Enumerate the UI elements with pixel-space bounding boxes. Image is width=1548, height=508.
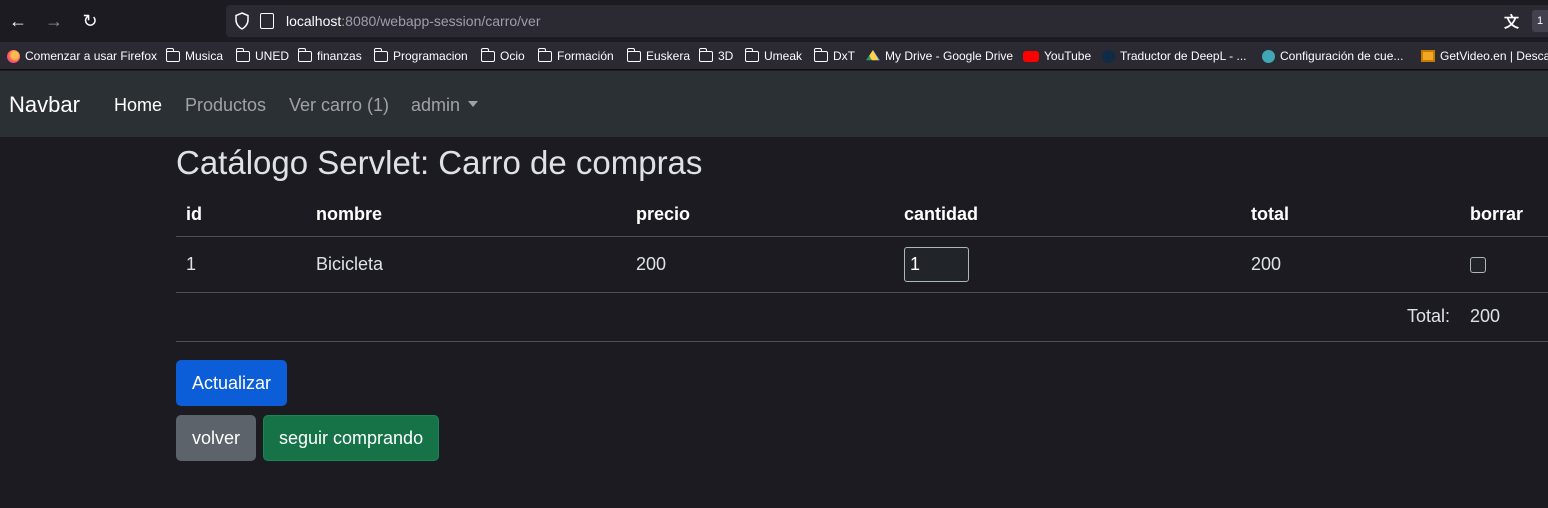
back-button[interactable]: volver [176,415,257,461]
bookmark-item[interactable]: finanzas [297,47,362,65]
extension-badge[interactable]: 1 [1532,10,1548,32]
deepl-icon [1102,49,1115,63]
nav-link-productos[interactable]: Productos [185,93,266,117]
bookmark-item[interactable]: Programacion [373,47,468,65]
col-header-cantidad: cantidad [894,193,1241,237]
back-arrow-icon[interactable]: ← [6,9,30,33]
url-bar[interactable]: localhost:8080/webapp-session/carro/ver … [226,5,1548,37]
browser-toolbar: ← → ↻ localhost:8080/webapp-session/carr… [0,0,1548,42]
folder-icon [480,47,495,62]
nav-dropdown-admin[interactable]: admin [411,93,479,117]
caret-down-icon [468,101,479,107]
site-navbar: Navbar Home Productos Ver carro (1) admi… [0,71,1548,137]
total-label: Total: [176,292,1460,342]
bookmark-item[interactable]: Comenzar a usar Firefox [7,47,157,65]
page-icon [260,13,274,29]
bookmark-item[interactable]: Configuración de cue... [1262,47,1403,65]
navbar-brand[interactable]: Navbar [9,91,80,119]
forward-arrow-icon[interactable]: → [42,9,66,33]
table-row: 1 Bicicleta 200 200 [176,236,1548,293]
col-header-id: id [176,193,306,237]
nav-link-ver-carro[interactable]: Ver carro (1) [289,93,389,117]
url-text[interactable]: localhost:8080/webapp-session/carro/ver [286,12,541,30]
bookmark-item[interactable]: UNED [235,47,289,65]
bookmark-item[interactable]: Euskera [626,47,690,65]
col-header-borrar: borrar [1460,193,1548,237]
page-title: Catálogo Servlet: Carro de compras [176,144,703,181]
settings-site-icon [1262,49,1275,63]
reload-icon[interactable]: ↻ [78,9,102,33]
bookmark-item[interactable]: Formación [537,47,614,65]
bookmark-item[interactable]: Musica [165,47,223,65]
folder-icon [235,47,250,62]
total-value: 200 [1460,292,1548,342]
getvideo-icon [1421,50,1435,62]
cart-table: id nombre precio cantidad total borrar 1… [176,193,1548,342]
folder-icon [813,47,828,62]
col-header-precio: precio [626,193,894,237]
col-header-total: total [1241,193,1460,237]
bookmark-item[interactable]: YouTube [1023,47,1091,65]
delete-checkbox[interactable] [1470,256,1486,273]
bookmark-item[interactable]: DxT [813,47,855,65]
nav-link-home[interactable]: Home [114,93,162,117]
folder-icon [297,47,312,62]
cell-total: 200 [1241,236,1460,293]
bookmark-item[interactable]: Umeak [744,47,802,65]
bookmark-item[interactable]: My Drive - Google Drive [866,47,1013,65]
translate-icon[interactable]: 文 [1504,11,1519,32]
bookmark-item[interactable]: Ocio [480,47,525,65]
table-header-row: id nombre precio cantidad total borrar [176,193,1548,237]
continue-shopping-button[interactable]: seguir comprando [263,415,440,461]
total-row: Total: 200 [176,292,1548,342]
cell-cantidad [894,236,1241,293]
quantity-input[interactable] [904,246,969,282]
bookmark-item[interactable]: 3D [698,47,733,65]
folder-icon [537,47,552,62]
folder-icon [744,47,759,62]
bookmarks-bar: Comenzar a usar Firefox Musica UNED fina… [0,42,1548,70]
update-button[interactable]: Actualizar [176,360,288,406]
folder-icon [373,47,388,62]
youtube-icon [1023,50,1039,62]
firefox-icon [7,49,20,63]
folder-icon [698,47,713,62]
shield-icon[interactable] [234,12,250,30]
cell-precio: 200 [626,236,894,293]
col-header-nombre: nombre [306,193,626,237]
bookmark-item[interactable]: Traductor de DeepL - ... [1102,47,1247,65]
google-drive-icon [866,50,880,61]
folder-icon [165,47,180,62]
cell-id: 1 [176,236,306,293]
folder-icon [626,47,641,62]
bookmark-item[interactable]: GetVideo.en | Descar [1421,47,1548,65]
cell-borrar [1460,236,1548,293]
cell-nombre: Bicicleta [306,236,626,293]
